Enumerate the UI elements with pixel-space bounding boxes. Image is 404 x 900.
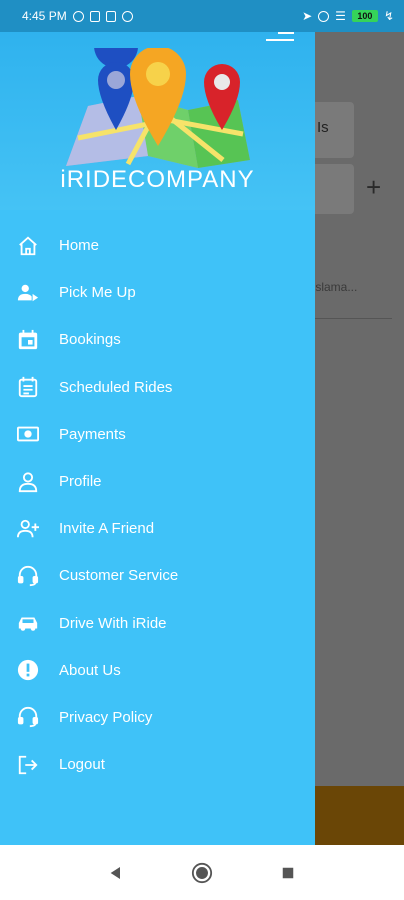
back-button[interactable]	[104, 861, 128, 885]
home-circle-icon	[191, 862, 213, 883]
navigation-drawer: iRIDECOMPANY Home Pick Me Up Bookings Sc…	[0, 32, 315, 845]
car-icon	[16, 611, 40, 635]
menu-item-customer-service[interactable]: Customer Service	[0, 552, 315, 599]
menu-item-label: Profile	[59, 473, 102, 491]
whatsapp-icon	[121, 10, 133, 22]
battery-icon: 100	[351, 10, 378, 22]
menu-item-label: Home	[59, 237, 100, 255]
schedule-list-icon	[16, 375, 40, 399]
menu-item-drive-with-iride[interactable]: Drive With iRide	[0, 600, 315, 647]
menu-item-label: Invite A Friend	[59, 520, 155, 538]
profile-icon	[16, 470, 40, 494]
status-bar: 4:45 PM ➤ ☰ 100 ↯	[0, 0, 404, 32]
person-pickup-icon	[16, 281, 40, 305]
alarm-status-icon	[318, 10, 330, 22]
charging-icon: ↯	[383, 9, 394, 23]
headset-icon	[16, 705, 40, 729]
menu-item-label: Scheduled Rides	[59, 378, 173, 396]
add-person-icon	[16, 517, 40, 541]
menu-item-scheduled-rides[interactable]: Scheduled Rides	[0, 364, 315, 411]
menu-item-profile[interactable]: Profile	[0, 458, 315, 505]
menu-item-about-us[interactable]: About Us	[0, 647, 315, 694]
drawer-header: iRIDECOMPANY	[0, 32, 315, 210]
menu-item-bookings[interactable]: Bookings	[0, 316, 315, 363]
menu-item-label: About Us	[59, 661, 121, 679]
menu-item-label: Customer Service	[59, 567, 179, 585]
menu-toggle-icon[interactable]	[266, 32, 294, 46]
alarm-icon	[72, 10, 84, 22]
wifi-icon: ☰	[335, 9, 346, 23]
home-button[interactable]	[190, 861, 214, 885]
add-stop-icon: +	[366, 172, 382, 202]
location-icon: ➤	[302, 9, 313, 23]
menu-item-pick-me-up[interactable]: Pick Me Up	[0, 269, 315, 316]
recents-icon	[282, 867, 294, 878]
info-icon	[16, 658, 40, 682]
menu-item-payments[interactable]: Payments	[0, 411, 315, 458]
home-icon	[16, 234, 40, 258]
back-icon	[110, 866, 120, 879]
brand-name: iRIDECOMPANY	[60, 166, 255, 193]
menu-item-privacy-policy[interactable]: Privacy Policy	[0, 694, 315, 741]
recents-button[interactable]	[276, 861, 300, 885]
logout-icon	[16, 753, 40, 777]
menu-item-logout[interactable]: Logout	[0, 741, 315, 788]
money-icon	[16, 422, 40, 446]
menu-item-home[interactable]: Home	[0, 222, 315, 269]
calendar-icon	[16, 328, 40, 352]
menu-item-label: Pick Me Up	[59, 284, 136, 302]
message-notification-icon	[105, 10, 116, 22]
menu-item-label: Privacy Policy	[59, 708, 153, 726]
menu-item-label: Bookings	[59, 331, 121, 349]
menu-item-invite-a-friend[interactable]: Invite A Friend	[0, 505, 315, 552]
location-subtitle: Islama...	[312, 280, 358, 294]
status-time: 4:45 PM	[22, 9, 67, 23]
menu-item-label: Drive With iRide	[59, 614, 167, 632]
system-nav-bar	[0, 845, 404, 900]
menu-item-label: Payments	[59, 425, 126, 443]
headset-icon	[16, 564, 40, 588]
drawer-menu: Home Pick Me Up Bookings Scheduled Rides…	[0, 210, 315, 788]
calendar-notification-icon	[89, 10, 100, 22]
menu-item-label: Logout	[59, 756, 105, 774]
